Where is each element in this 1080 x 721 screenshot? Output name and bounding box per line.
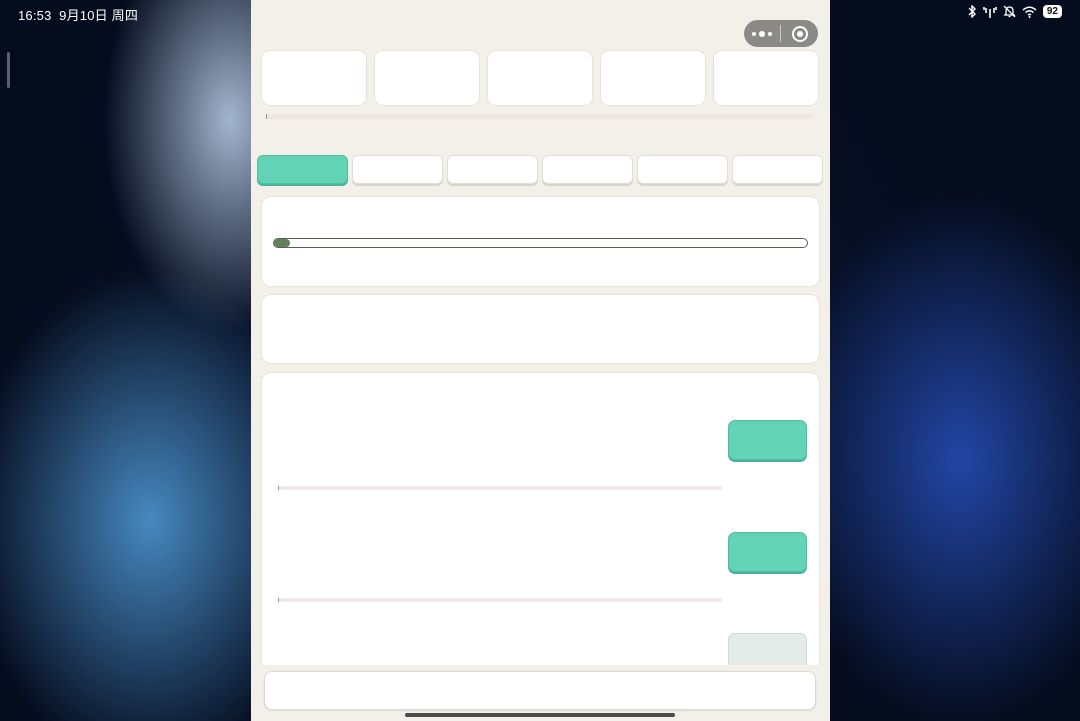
more-button[interactable] <box>744 30 780 37</box>
home-indicator[interactable] <box>405 713 675 717</box>
close-button[interactable] <box>781 25 818 42</box>
tab-1[interactable] <box>257 155 348 184</box>
status-icons: 92 <box>967 5 1062 18</box>
close-target-icon <box>791 25 808 42</box>
list-item <box>262 485 819 602</box>
stat-card <box>261 50 367 106</box>
item-action-button[interactable] <box>728 420 807 460</box>
more-dots-icon-end <box>768 31 772 36</box>
wifi-icon <box>1022 6 1037 18</box>
summary-track <box>266 114 813 119</box>
screen: 16:53 9月10日 周四 92 <box>0 0 1080 721</box>
tab-5[interactable] <box>637 155 728 184</box>
stat-cards <box>261 50 819 106</box>
tab-4[interactable] <box>542 155 633 184</box>
tab-bar <box>257 155 823 184</box>
tab-3[interactable] <box>447 155 538 184</box>
summary-track-marker <box>266 114 267 119</box>
stat-card <box>487 50 593 106</box>
item-action-button[interactable] <box>728 532 807 572</box>
battery-icon: 92 <box>1042 5 1062 18</box>
capsule-menu <box>744 20 818 47</box>
more-dots-icon <box>752 31 756 36</box>
tab-2[interactable] <box>352 155 443 184</box>
tab-6[interactable] <box>732 155 823 184</box>
bottom-input-field[interactable] <box>264 671 816 710</box>
progress-fill <box>274 239 290 247</box>
side-drag-handle[interactable] <box>7 52 10 88</box>
list-item <box>262 373 819 490</box>
progress-card <box>261 196 820 287</box>
progress-bar <box>273 238 808 248</box>
stat-card <box>374 50 480 106</box>
info-card <box>261 294 820 364</box>
mute-icon <box>1003 5 1016 18</box>
status-time: 16:53 9月10日 周四 <box>18 5 138 24</box>
clock-time: 16:53 <box>18 8 52 23</box>
bottom-bar <box>251 665 830 721</box>
more-dots-icon-center <box>759 30 765 37</box>
bluetooth-icon <box>968 5 976 18</box>
stat-card <box>713 50 819 106</box>
clock-date: 9月10日 周四 <box>59 8 139 23</box>
mini-program-window <box>251 0 830 721</box>
signal-icon <box>983 6 997 18</box>
stat-card <box>600 50 706 106</box>
